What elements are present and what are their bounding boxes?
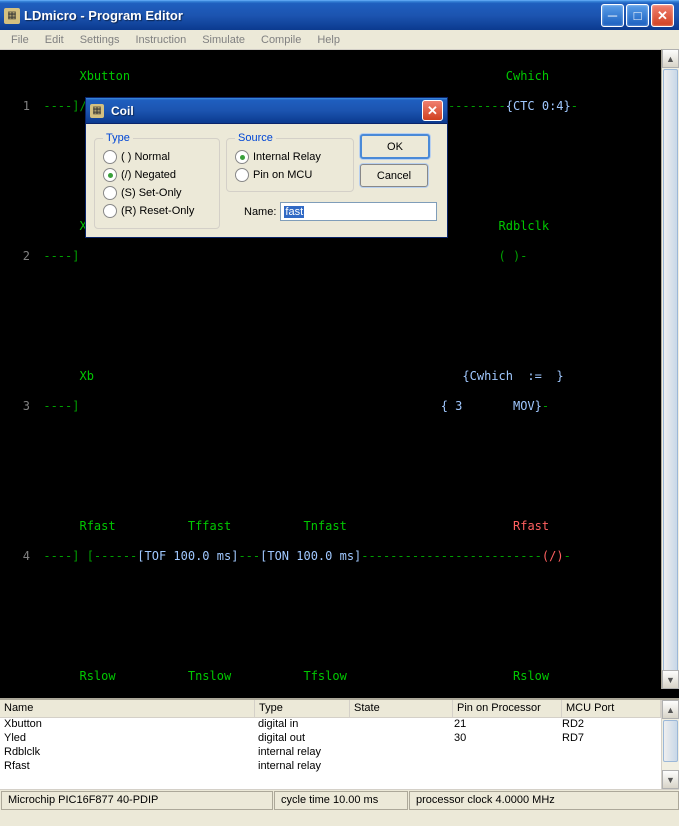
dialog-titlebar[interactable]: ▦ Coil ✕ bbox=[86, 98, 447, 124]
io-table: Name Type State Pin on Processor MCU Por… bbox=[0, 698, 679, 789]
name-input[interactable]: fast bbox=[280, 202, 437, 221]
radio-pin-on-mcu[interactable]: Pin on MCU bbox=[235, 166, 345, 184]
io-scrollbar[interactable]: ▲ ▼ bbox=[661, 700, 679, 789]
close-button[interactable]: ✕ bbox=[651, 4, 674, 27]
app-icon: ▦ bbox=[4, 8, 20, 24]
radio-setonly[interactable]: (S) Set-Only bbox=[103, 184, 211, 202]
menubar: File Edit Settings Instruction Simulate … bbox=[0, 30, 679, 50]
cancel-button[interactable]: Cancel bbox=[360, 164, 428, 187]
window-controls: ─ □ ✕ bbox=[601, 4, 674, 27]
status-mcu: Microchip PIC16F877 40-PDIP bbox=[1, 791, 273, 810]
menu-compile[interactable]: Compile bbox=[254, 32, 308, 48]
dialog-close-button[interactable]: ✕ bbox=[422, 100, 443, 121]
type-group: Type ( ) Normal (/) Negated (S) Set-Only… bbox=[94, 132, 220, 229]
scroll-up-icon[interactable]: ▲ bbox=[662, 49, 679, 68]
source-legend: Source bbox=[235, 132, 276, 144]
radio-negated[interactable]: (/) Negated bbox=[103, 166, 211, 184]
col-state[interactable]: State bbox=[350, 700, 453, 717]
minimize-button[interactable]: ─ bbox=[601, 4, 624, 27]
col-port[interactable]: MCU Port bbox=[562, 700, 661, 717]
menu-file[interactable]: File bbox=[4, 32, 36, 48]
col-pin[interactable]: Pin on Processor bbox=[453, 700, 562, 717]
source-group: Source Internal Relay Pin on MCU bbox=[226, 132, 354, 192]
scroll-thumb[interactable] bbox=[663, 720, 678, 762]
type-legend: Type bbox=[103, 132, 133, 144]
dialog-title: Coil bbox=[111, 104, 422, 118]
menu-help[interactable]: Help bbox=[310, 32, 347, 48]
table-row[interactable]: Rdblclkinternal relay bbox=[0, 746, 679, 760]
scroll-down-icon[interactable]: ▼ bbox=[662, 670, 679, 689]
menu-settings[interactable]: Settings bbox=[73, 32, 127, 48]
table-row[interactable]: Yleddigital out30RD7 bbox=[0, 732, 679, 746]
scroll-thumb[interactable] bbox=[663, 69, 678, 673]
col-name[interactable]: Name bbox=[0, 700, 255, 717]
radio-normal[interactable]: ( ) Normal bbox=[103, 148, 211, 166]
menu-instruction[interactable]: Instruction bbox=[128, 32, 193, 48]
status-cycle: cycle time 10.00 ms bbox=[274, 791, 408, 810]
window-title: LDmicro - Program Editor bbox=[24, 8, 601, 23]
editor-scrollbar[interactable]: ▲ ▼ bbox=[661, 49, 679, 689]
status-clock: processor clock 4.0000 MHz bbox=[409, 791, 679, 810]
table-row[interactable]: Rfastinternal relay bbox=[0, 760, 679, 774]
table-row[interactable]: Xbuttondigital in21RD2 bbox=[0, 718, 679, 732]
scroll-up-icon[interactable]: ▲ bbox=[662, 700, 679, 719]
statusbar: Microchip PIC16F877 40-PDIP cycle time 1… bbox=[0, 789, 679, 811]
io-header: Name Type State Pin on Processor MCU Por… bbox=[0, 700, 679, 718]
menu-simulate[interactable]: Simulate bbox=[195, 32, 252, 48]
ok-button[interactable]: OK bbox=[360, 134, 430, 159]
name-label: Name: bbox=[244, 206, 276, 218]
dialog-icon: ▦ bbox=[90, 104, 104, 118]
menu-edit[interactable]: Edit bbox=[38, 32, 71, 48]
titlebar: ▦ LDmicro - Program Editor ─ □ ✕ bbox=[0, 0, 679, 30]
radio-resetonly[interactable]: (R) Reset-Only bbox=[103, 202, 211, 220]
maximize-button[interactable]: □ bbox=[626, 4, 649, 27]
radio-internal-relay[interactable]: Internal Relay bbox=[235, 148, 345, 166]
scroll-down-icon[interactable]: ▼ bbox=[662, 770, 679, 789]
col-type[interactable]: Type bbox=[255, 700, 350, 717]
coil-dialog: ▦ Coil ✕ Type ( ) Normal (/) Negated (S)… bbox=[85, 97, 448, 238]
